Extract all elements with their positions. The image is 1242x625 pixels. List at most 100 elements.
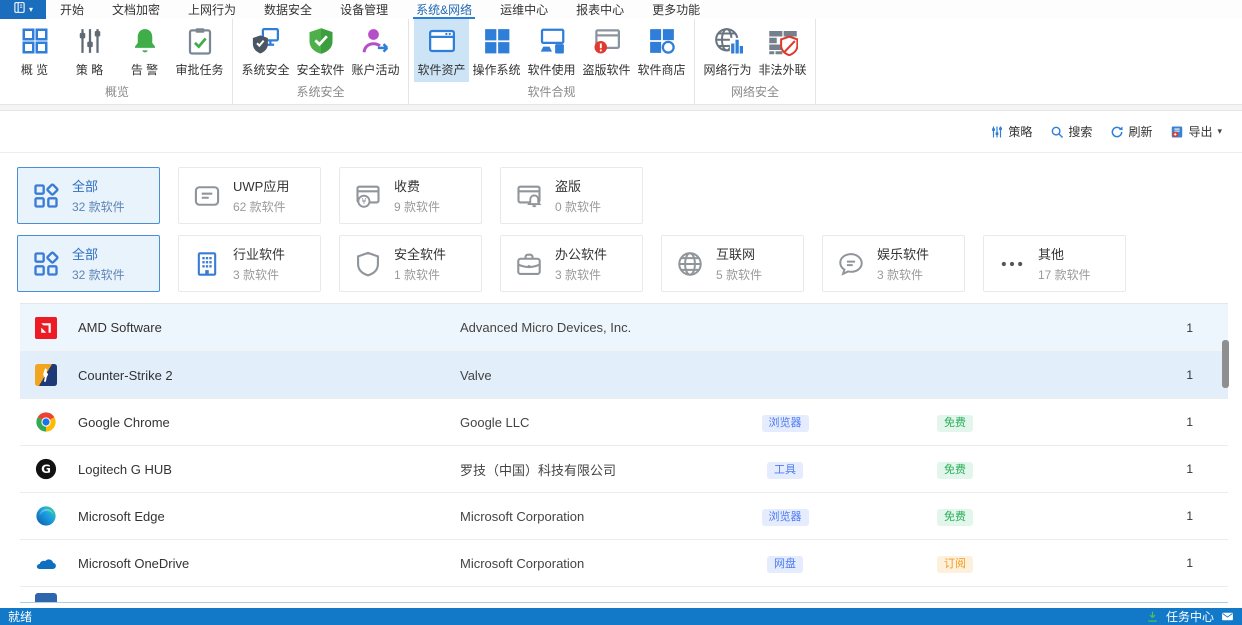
user-activity-icon — [361, 26, 391, 56]
filter-card-label: UWP应用 — [233, 176, 289, 195]
ribbon-button-label: 概 览 — [21, 61, 48, 78]
menu-tab[interactable]: 设备管理 — [326, 0, 402, 19]
ribbon-group: 概 览策 略告 警审批任务概览 — [2, 19, 233, 104]
toolbar-button[interactable]: 搜索 — [1050, 123, 1092, 140]
filter-card[interactable]: 盗版0 款软件 — [500, 167, 643, 224]
app-vendor: Advanced Micro Devices, Inc. — [460, 320, 725, 335]
svg-text:G: G — [41, 462, 51, 476]
app-name: AMD Software — [78, 320, 162, 335]
toolbar: 策略 搜索 刷新 导出▾ — [0, 111, 1242, 153]
menu-tab[interactable]: 文档加密 — [98, 0, 174, 19]
table-row[interactable]: AMD Software Advanced Micro Devices, Inc.… — [20, 304, 1228, 351]
filter-card-count: 32 款软件 — [72, 198, 125, 215]
menu-tab[interactable]: 开始 — [46, 0, 98, 19]
filter-card-count: 32 款软件 — [72, 266, 125, 283]
filter-card-text: 安全软件1 款软件 — [394, 244, 446, 283]
toolbar-button[interactable]: 策略 — [990, 123, 1032, 140]
menu-tab[interactable]: 更多功能 — [638, 0, 714, 19]
ribbon-button[interactable]: 操作系统 — [469, 19, 524, 82]
app-vendor: Microsoft Corporation — [460, 556, 725, 571]
table-row-partial[interactable] — [20, 586, 1228, 602]
filter-card-text: 行业软件3 款软件 — [233, 244, 285, 283]
mail-icon[interactable] — [1221, 610, 1234, 623]
category-cell: 网盘 — [725, 554, 845, 573]
app-menu-button[interactable]: ▾ — [0, 0, 46, 19]
filter-card-label: 全部 — [72, 176, 125, 195]
download-icon[interactable] — [1146, 610, 1159, 623]
ribbon-button[interactable]: 软件商店 — [634, 19, 689, 82]
filter-card-text: 办公软件3 款软件 — [555, 244, 607, 283]
toolbar-button[interactable]: 刷新 — [1110, 123, 1152, 140]
filter-card[interactable]: 互联网5 款软件 — [661, 235, 804, 292]
ribbon-button-label: 软件商店 — [637, 61, 685, 78]
menu-tab[interactable]: 上网行为 — [174, 0, 250, 19]
vertical-scrollbar[interactable] — [1222, 340, 1229, 388]
filter-card-label: 盗版 — [555, 176, 601, 195]
filter-card-label: 其他 — [1038, 244, 1091, 263]
briefcase-icon — [515, 250, 543, 278]
filter-card-text: 互联网5 款软件 — [716, 244, 762, 283]
sliders-blue-icon — [990, 125, 1004, 139]
ribbon-button[interactable]: 软件使用 — [524, 19, 579, 82]
ribbon-button[interactable]: 告 警 — [117, 19, 172, 82]
all-apps-icon — [32, 182, 60, 210]
ribbon-button-label: 审批任务 — [175, 61, 223, 78]
menu-tab[interactable]: 数据安全 — [250, 0, 326, 19]
filter-card[interactable]: ¥收费9 款软件 — [339, 167, 482, 224]
ribbon-button[interactable]: 软件资产 — [414, 19, 469, 82]
shield-monitor-icon — [251, 26, 281, 56]
filter-card[interactable]: 娱乐软件3 款软件 — [822, 235, 965, 292]
bell-green-icon — [130, 26, 160, 56]
filter-card[interactable]: 其他17 款软件 — [983, 235, 1126, 292]
filter-card[interactable]: 办公软件3 款软件 — [500, 235, 643, 292]
filter-card-label: 安全软件 — [394, 244, 446, 263]
toolbar-button-label: 策略 — [1008, 123, 1032, 140]
ribbon-group-label: 系统安全 — [238, 82, 403, 104]
table-row[interactable]: Counter-Strike 2Valve1 — [20, 351, 1228, 398]
table-row[interactable]: Microsoft EdgeMicrosoft Corporation浏览器免费… — [20, 492, 1228, 539]
sliders-dark-icon — [75, 26, 105, 56]
menu-tab[interactable]: 报表中心 — [562, 0, 638, 19]
ribbon-button[interactable]: 策 略 — [62, 19, 117, 82]
ribbon-button-label: 软件使用 — [527, 61, 575, 78]
ribbon-button[interactable]: 安全软件 — [293, 19, 348, 82]
menu-tab[interactable]: 运维中心 — [486, 0, 562, 19]
ribbon-button[interactable]: 系统安全 — [238, 19, 293, 82]
onedrive-app-icon — [35, 552, 57, 574]
filter-card[interactable]: 行业软件3 款软件 — [178, 235, 321, 292]
filter-card[interactable]: 全部 32 款软件 — [17, 167, 160, 224]
menu-tab[interactable]: 系统&网络 — [402, 0, 486, 19]
ribbon-button[interactable]: 非法外联 — [755, 19, 810, 82]
cs2-app-icon — [35, 364, 57, 386]
search-icon — [1050, 125, 1064, 139]
filter-card-text: 娱乐软件3 款软件 — [877, 244, 929, 283]
toolbar-button[interactable]: 导出▾ — [1170, 123, 1222, 140]
software-table: AMD Software Advanced Micro Devices, Inc.… — [20, 303, 1228, 603]
category-badge: 网盘 — [767, 556, 803, 573]
clipboard-check-icon — [185, 26, 215, 56]
status-bar: 就绪 任务中心 — [0, 608, 1242, 625]
toolbar-button-label: 搜索 — [1068, 123, 1092, 140]
ribbon-button[interactable]: 账户活动 — [348, 19, 403, 82]
filter-card[interactable]: 安全软件1 款软件 — [339, 235, 482, 292]
building-icon — [193, 250, 221, 278]
store-grid-icon — [647, 26, 677, 56]
shield-green-icon — [306, 26, 336, 56]
ribbon-button[interactable]: 网络行为 — [700, 19, 755, 82]
ribbon-button-label: 非法外联 — [758, 61, 806, 78]
table-row[interactable]: GLogitech G HUB罗技（中国）科技有限公司工具免费1 — [20, 445, 1228, 492]
ribbon-button[interactable]: 审批任务 — [172, 19, 227, 82]
devices-icon — [537, 26, 567, 56]
filter-card-label: 娱乐软件 — [877, 244, 929, 263]
table-row[interactable]: Google ChromeGoogle LLC浏览器免费1 — [20, 398, 1228, 445]
ribbon-button[interactable]: 盗版软件 — [579, 19, 634, 82]
filter-card-text: UWP应用62 款软件 — [233, 176, 289, 215]
filter-card-text: 全部 32 款软件 — [72, 176, 125, 215]
ribbon-button[interactable]: 概 览 — [7, 19, 62, 82]
category-cell: 浏览器 — [725, 413, 845, 432]
price-badge: 免费 — [937, 509, 973, 526]
filter-card[interactable]: 全部32 款软件 — [17, 235, 160, 292]
filter-card[interactable]: UWP应用62 款软件 — [178, 167, 321, 224]
table-row[interactable]: Microsoft OneDriveMicrosoft Corporation网… — [20, 539, 1228, 586]
task-center-button[interactable]: 任务中心 — [1166, 608, 1214, 625]
